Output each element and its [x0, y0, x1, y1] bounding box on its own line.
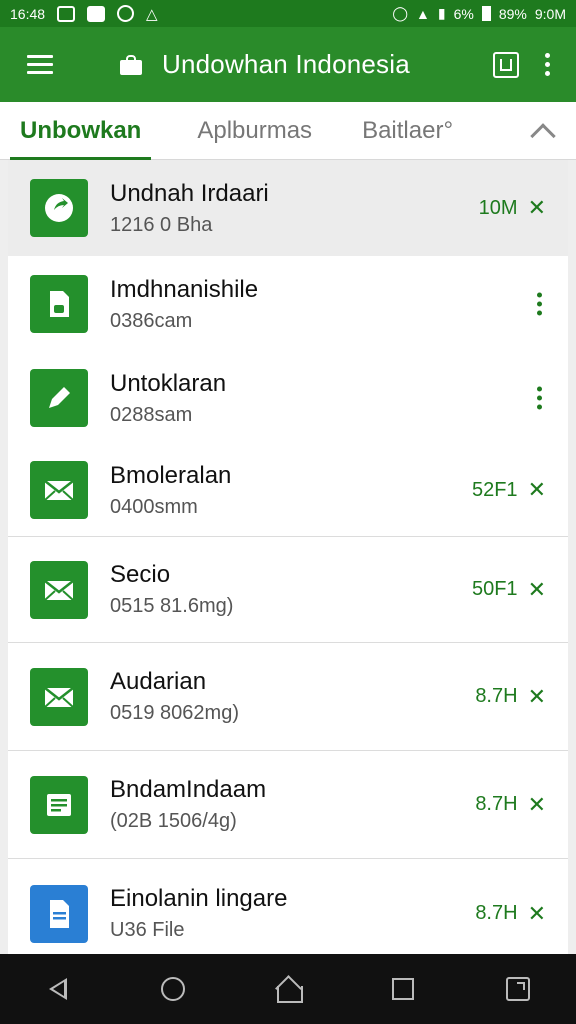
- list-item[interactable]: Audarian 0519 8062mg) 8.7H ✕: [8, 642, 568, 750]
- file-name: Untoklaran: [110, 369, 227, 397]
- list-item[interactable]: BndamIndaam (02B 1506/4g) 8.7H ✕: [8, 750, 568, 858]
- app-notification-icon: [87, 5, 106, 22]
- tab-other[interactable]: Baitlaer°: [362, 102, 453, 160]
- download-list: Undnah Irdaari 1216 0 Bha 10M ✕ Imdhnani…: [8, 160, 568, 954]
- sync-icon: ◯: [392, 5, 409, 21]
- file-size: 10M: [478, 196, 518, 219]
- status-bar: 16:48 △ ◯ ▲ ▮ 6% 89% 9:0M: [0, 0, 576, 27]
- file-meta: 0400smm: [110, 495, 198, 518]
- clock-label: 9:0M: [534, 5, 566, 22]
- sheet-icon: [30, 775, 88, 834]
- file-name: BndamIndaam: [110, 776, 267, 803]
- wifi-icon: ▲: [416, 5, 430, 22]
- close-icon[interactable]: ✕: [528, 684, 546, 710]
- file-name: Undnah Irdaari: [110, 179, 269, 207]
- list-item[interactable]: Bmoleralan 0400smm 52F1 ✕: [8, 444, 568, 536]
- doc-icon: [30, 884, 88, 943]
- more-options-icon[interactable]: [537, 386, 542, 410]
- system-nav-bar: [0, 954, 576, 1024]
- list-item[interactable]: Secio 0515 81.6mg) 50F1 ✕: [8, 536, 568, 642]
- file-meta: 1216 0 Bha: [110, 213, 213, 236]
- app-bar: Undowhan Indonesia: [0, 27, 576, 102]
- file-icon: [30, 275, 88, 333]
- tab-applications[interactable]: Aplburmas: [197, 102, 312, 160]
- app-title: Undowhan Indonesia: [162, 49, 410, 79]
- file-meta: 0288sam: [110, 403, 193, 426]
- file-size: 8.7H: [475, 685, 518, 707]
- bag-icon: [120, 54, 142, 75]
- mail-icon: [30, 461, 88, 519]
- close-icon[interactable]: ✕: [528, 577, 546, 603]
- close-icon[interactable]: ✕: [528, 901, 546, 927]
- list-item[interactable]: Undnah Irdaari 1216 0 Bha 10M ✕: [8, 160, 568, 256]
- screenshot-icon: [506, 977, 531, 1001]
- signal-icon: ▮: [437, 5, 446, 21]
- home-icon: [276, 977, 303, 1003]
- pencil-icon: [30, 369, 88, 427]
- file-meta: 0519 8062mg): [110, 702, 239, 724]
- file-size: 8.7H: [475, 793, 518, 815]
- overflow-menu-icon[interactable]: [545, 53, 550, 76]
- file-name: Einolanin lingare: [110, 885, 288, 912]
- tab-bar: Unbowkan Aplburmas Baitlaer°: [0, 102, 576, 160]
- list-item[interactable]: Imdhnanishile 0386cam: [8, 256, 568, 352]
- file-meta: (02B 1506/4g): [110, 810, 237, 832]
- back-icon: [48, 978, 67, 1000]
- file-meta: U36 File: [110, 919, 185, 941]
- battery-icon: [481, 6, 491, 21]
- alert-notification-icon: △: [146, 5, 158, 23]
- file-name: Bmoleralan: [110, 461, 232, 489]
- share-icon: [30, 179, 88, 237]
- recents-button[interactable]: [383, 969, 423, 1009]
- more-options-icon[interactable]: [537, 292, 542, 316]
- status-time: 16:48: [10, 5, 46, 22]
- back-button[interactable]: [38, 969, 78, 1009]
- menu-button[interactable]: [10, 35, 70, 95]
- file-meta: 0515 81.6mg): [110, 595, 234, 617]
- file-meta: 0386cam: [110, 309, 193, 332]
- file-name: Imdhnanishile: [110, 275, 259, 303]
- list-item[interactable]: Einolanin lingare U36 File 8.7H ✕: [8, 858, 568, 954]
- hamburger-icon: [27, 55, 53, 58]
- battery-label: 89%: [498, 5, 527, 22]
- recents-icon: [392, 978, 415, 1000]
- file-size: 50F1: [471, 578, 518, 600]
- battery-small-label: 6%: [453, 5, 474, 22]
- close-icon[interactable]: ✕: [528, 195, 546, 221]
- tab-downloads[interactable]: Unbowkan: [9, 102, 152, 160]
- screen: 16:48 △ ◯ ▲ ▮ 6% 89% 9:0M Undowhan Indon…: [0, 0, 576, 1024]
- close-icon[interactable]: ✕: [528, 477, 546, 503]
- file-size: 52F1: [471, 478, 518, 501]
- home-button[interactable]: [268, 969, 308, 1009]
- circle-button[interactable]: [153, 969, 193, 1009]
- mail-icon: [30, 560, 88, 619]
- chevron-up-icon[interactable]: [530, 122, 556, 149]
- file-name: Audarian: [110, 668, 207, 695]
- file-size: 8.7H: [475, 902, 518, 924]
- mail-icon: [30, 667, 88, 726]
- chat-notification-icon: [117, 5, 135, 22]
- file-name: Secio: [110, 561, 171, 588]
- save-icon[interactable]: [493, 51, 519, 78]
- screenshot-button[interactable]: [498, 969, 538, 1009]
- list-item[interactable]: Untoklaran 0288sam: [8, 352, 568, 444]
- circle-icon: [160, 977, 185, 1001]
- image-notification-icon: [57, 5, 76, 22]
- close-icon[interactable]: ✕: [528, 792, 546, 818]
